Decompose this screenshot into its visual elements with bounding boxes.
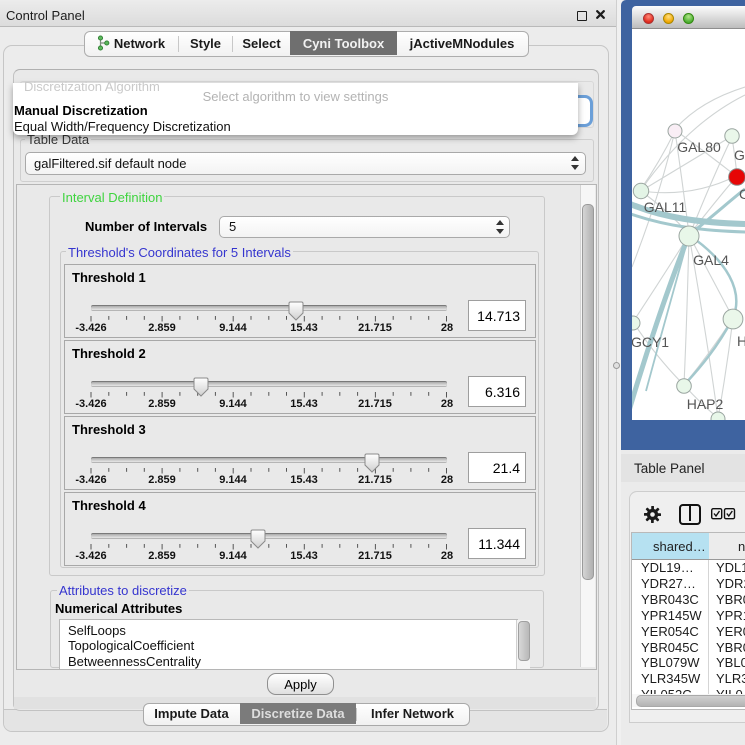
- svg-text:GAL80: GAL80: [677, 139, 721, 155]
- svg-text:C: C: [739, 186, 745, 202]
- svg-text:GCY1: GCY1: [632, 334, 669, 350]
- svg-text:GAL11: GAL11: [644, 199, 687, 215]
- svg-text:H: H: [737, 333, 745, 349]
- svg-text:GA: GA: [734, 147, 745, 163]
- svg-text:GAL4: GAL4: [693, 252, 729, 268]
- svg-text:HAP2: HAP2: [687, 396, 724, 412]
